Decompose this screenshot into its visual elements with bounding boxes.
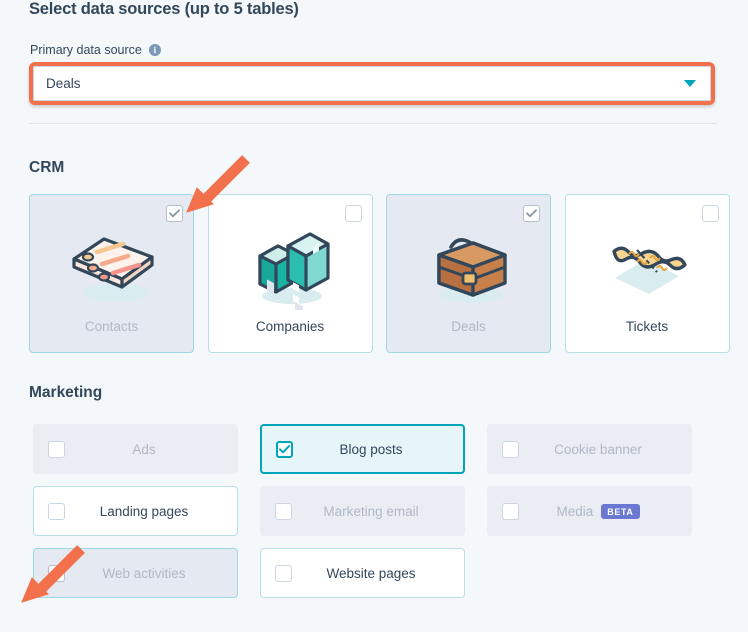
marketing-cell: Website pages	[249, 548, 476, 598]
data-source-selection-page: Select data sources (up to 5 tables) Pri…	[0, 0, 748, 632]
page-title: Select data sources (up to 5 tables)	[29, 0, 299, 18]
marketing-cell: Cookie banner	[476, 424, 703, 474]
checkbox-web-activities	[48, 564, 65, 582]
marketing-cell: Marketing email	[249, 486, 476, 536]
marketing-card-web-activities: Web activities	[33, 548, 238, 598]
checkbox-media	[502, 502, 519, 520]
checkbox-ads	[48, 440, 65, 458]
primary-data-source-value: Deals	[46, 76, 81, 91]
primary-data-source-label: Primary data source	[30, 43, 142, 57]
checkbox-tickets[interactable]	[701, 205, 719, 222]
marketing-card-grid: Ads Blog posts Cookie banner Landing pag…	[22, 424, 732, 598]
marketing-cell: Blog posts	[249, 424, 476, 474]
marketing-card-label: Landing pages	[99, 503, 189, 519]
marketing-card-label: Ads	[132, 441, 156, 457]
checkbox-deals[interactable]	[523, 205, 540, 222]
crm-card-deals[interactable]: Deals	[386, 194, 551, 353]
checkbox-marketing-email	[275, 502, 292, 520]
office-buildings-icon	[209, 221, 372, 313]
marketing-card-label: Blog posts	[339, 441, 403, 457]
marketing-card-landing-pages[interactable]: Landing pages	[33, 486, 238, 536]
crm-section-title: CRM	[29, 159, 65, 176]
briefcase-icon	[387, 221, 550, 313]
marketing-card-label: Web activities	[102, 565, 186, 581]
marketing-cell: Landing pages	[22, 486, 249, 536]
marketing-cell-empty	[476, 548, 703, 598]
checkbox-landing-pages[interactable]	[48, 502, 65, 520]
status-badge-beta: BETA	[601, 503, 640, 519]
info-icon[interactable]: i	[148, 44, 161, 56]
primary-data-source-highlight: Deals	[29, 62, 715, 105]
crm-card-label: Companies	[255, 319, 325, 334]
checkbox-blog-posts[interactable]	[276, 440, 293, 458]
marketing-card-label: Website pages	[326, 565, 416, 581]
primary-data-source-label-row: Primary data source i	[30, 43, 161, 57]
marketing-card-cookie-banner: Cookie banner	[487, 424, 692, 474]
crm-card-label: Tickets	[625, 319, 669, 334]
crm-card-companies[interactable]: Companies	[207, 194, 373, 353]
crm-card-grid: Contacts Companies Deals Tickets	[29, 194, 730, 353]
marketing-card-blog-posts[interactable]: Blog posts	[260, 424, 465, 474]
marketing-cell: Media BETA	[476, 486, 703, 536]
marketing-card-label: Media BETA	[519, 503, 677, 519]
marketing-card-marketing-email: Marketing email	[260, 486, 465, 536]
marketing-card-ads: Ads	[33, 424, 238, 474]
checkbox-companies[interactable]	[344, 205, 362, 222]
marketing-card-website-pages[interactable]: Website pages	[260, 548, 465, 598]
checkbox-contacts[interactable]	[166, 205, 183, 222]
crm-card-label: Deals	[451, 319, 486, 334]
marketing-card-label: Cookie banner	[554, 441, 642, 457]
chevron-down-icon[interactable]	[684, 80, 696, 87]
crm-card-label: Contacts	[84, 319, 139, 334]
marketing-cell: Ads	[22, 424, 249, 474]
crm-card-contacts[interactable]: Contacts	[29, 194, 194, 353]
marketing-section-title: Marketing	[29, 384, 103, 401]
section-divider	[29, 123, 717, 124]
contacts-list-icon	[30, 221, 193, 313]
checkbox-cookie-banner	[502, 440, 519, 458]
primary-data-source-select[interactable]: Deals	[33, 66, 711, 101]
crm-card-tickets[interactable]: Tickets	[564, 194, 730, 353]
marketing-card-media: Media BETA	[487, 486, 692, 536]
marketing-card-label: Marketing email	[323, 503, 419, 519]
marketing-cell: Web activities	[22, 548, 249, 598]
ticket-icon	[566, 221, 729, 313]
checkbox-website-pages[interactable]	[275, 564, 292, 582]
